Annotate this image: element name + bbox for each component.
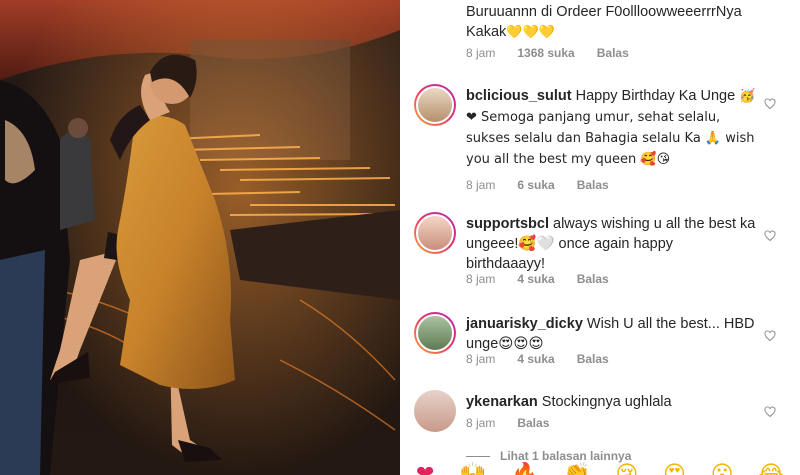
avatar[interactable]	[414, 390, 456, 432]
comment-emoji: 💛💛💛	[506, 25, 555, 40]
comment-likes[interactable]: 4 suka	[517, 272, 554, 286]
emoji-heart-eyes-button[interactable]: 😍	[663, 462, 686, 475]
heart-outline-icon	[764, 230, 776, 242]
emoji-laughing-button[interactable]: 😂	[758, 462, 784, 475]
comment-username[interactable]: bclicious_sulut	[466, 88, 572, 104]
comment-meta: 8 jam Balas	[466, 416, 549, 430]
comment-text: ykenarkan Stockingnya ughlala	[466, 392, 756, 412]
quick-emoji-bar: ❤ 🙌 🔥 👏 😢 😍 😮 😂	[400, 462, 800, 475]
emoji-heart-button[interactable]: ❤	[416, 462, 434, 475]
comment-body: Happy Birthday Ka Unge	[575, 88, 736, 104]
heart-outline-icon	[764, 406, 776, 418]
comment-likes[interactable]: 4 suka	[517, 352, 554, 366]
comment-time[interactable]: 8 jam	[466, 272, 495, 286]
avatar[interactable]	[414, 212, 456, 254]
reply-button[interactable]: Balas	[577, 272, 609, 286]
view-replies-label: Lihat 1 balasan lainnya	[500, 449, 632, 463]
comment-text: supportsbcl always wishing u all the bes…	[466, 214, 756, 274]
comment-username[interactable]: supportsbcl	[466, 216, 549, 232]
comment-text: Buruuannn di Ordeer F0ollloowweeerrrNya …	[466, 2, 756, 43]
comment-meta: 8 jam 1368 suka Balas	[466, 46, 629, 60]
like-comment-button[interactable]	[764, 406, 778, 420]
emoji-surprised-button[interactable]: 😮	[711, 462, 734, 475]
reply-button[interactable]: Balas	[517, 416, 549, 430]
comment-meta: 8 jam 6 suka Balas	[466, 178, 609, 192]
comment-username[interactable]: januarisky_dicky	[466, 316, 583, 332]
view-more-replies-button[interactable]: Lihat 1 balasan lainnya	[466, 449, 631, 463]
reply-divider	[466, 455, 490, 457]
like-comment-button[interactable]	[764, 98, 778, 112]
heart-outline-icon	[764, 330, 776, 342]
like-comment-button[interactable]	[764, 330, 778, 344]
comment-text: januarisky_dicky Wish U all the best... …	[466, 314, 756, 354]
comment-time[interactable]: 8 jam	[466, 352, 495, 366]
comment-username[interactable]: ykenarkan	[466, 394, 538, 410]
comment-meta: 8 jam 4 suka Balas	[466, 272, 609, 286]
post-photo-illustration	[0, 0, 400, 475]
heart-outline-icon	[764, 98, 776, 110]
comment-body: Stockingnya ughlala	[541, 394, 672, 410]
emoji-raised-hands-button[interactable]: 🙌	[459, 462, 486, 475]
reply-button[interactable]: Balas	[577, 178, 609, 192]
avatar[interactable]	[414, 312, 456, 354]
emoji-clap-button[interactable]: 👏	[563, 462, 590, 475]
emoji-crying-button[interactable]: 😢	[615, 462, 638, 475]
comment-meta: 8 jam 4 suka Balas	[466, 352, 609, 366]
comment-time[interactable]: 8 jam	[466, 46, 495, 60]
post-photo[interactable]	[0, 0, 400, 475]
comment-time[interactable]: 8 jam	[466, 416, 495, 430]
reply-button[interactable]: Balas	[597, 46, 629, 60]
like-comment-button[interactable]	[764, 230, 778, 244]
avatar[interactable]	[414, 84, 456, 126]
comment-likes[interactable]: 1368 suka	[517, 46, 574, 60]
comments-panel[interactable]: Buruuannn di Ordeer F0ollloowweeerrrNya …	[400, 0, 800, 475]
comment-time[interactable]: 8 jam	[466, 178, 495, 192]
reply-button[interactable]: Balas	[577, 352, 609, 366]
comment-likes[interactable]: 6 suka	[517, 178, 554, 192]
comment-text: bclicious_sulut Happy Birthday Ka Unge 🥳…	[466, 86, 756, 170]
emoji-fire-button[interactable]: 🔥	[511, 462, 538, 475]
